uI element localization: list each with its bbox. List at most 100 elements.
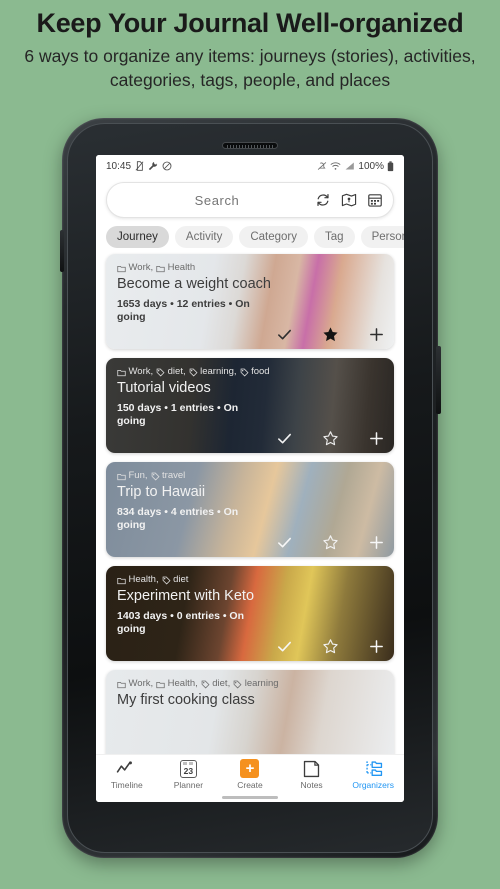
calendar-icon[interactable] — [367, 190, 383, 210]
timeline-icon — [116, 759, 137, 778]
folder-icon — [156, 681, 165, 688]
power-button[interactable] — [436, 346, 441, 414]
tag-icon — [162, 576, 171, 585]
promo-subtitle: 6 ways to organize any items: journeys (… — [24, 46, 476, 90]
card-tag-label: Health, — [128, 575, 159, 585]
tab-tag[interactable]: Tag — [314, 226, 355, 248]
tab-journey[interactable]: Journey — [106, 226, 169, 248]
card-meta: 1403 days • 0 entries • On going — [117, 610, 244, 636]
plus-icon[interactable] — [366, 532, 386, 552]
tag-icon — [156, 368, 165, 377]
map-icon[interactable] — [341, 190, 357, 210]
wrench-icon — [148, 161, 158, 171]
bottom-navigation[interactable]: Timeline 23 Planner + Create Notes Organ… — [96, 754, 404, 802]
planner-day-number: 23 — [183, 765, 194, 776]
check-icon[interactable] — [274, 428, 294, 448]
nav-item-planner[interactable]: 23 Planner — [158, 759, 220, 790]
nav-label-create: Create — [237, 780, 263, 790]
card-tags: Health, diet — [117, 575, 384, 585]
card-actions[interactable] — [274, 428, 386, 448]
card-meta: 1653 days • 12 entries • On going — [117, 298, 250, 324]
search-input[interactable] — [129, 192, 305, 208]
home-indicator[interactable] — [222, 796, 278, 799]
tag-icon — [233, 680, 242, 689]
sync-icon[interactable] — [315, 190, 331, 210]
nav-item-timeline[interactable]: Timeline — [96, 759, 158, 790]
card-title: My first cooking class — [117, 692, 255, 709]
folder-icon — [117, 473, 126, 480]
tab-category[interactable]: Category — [239, 226, 309, 248]
card-actions[interactable] — [274, 324, 386, 344]
nav-label-notes: Notes — [300, 780, 323, 790]
card-title: Experiment with Keto — [117, 588, 255, 605]
card-tags: Work, diet, learning, food — [117, 367, 384, 377]
card-meta: 834 days • 4 entries • On going — [117, 506, 239, 532]
card-tag-label: learning — [244, 679, 279, 689]
note-icon — [303, 759, 320, 778]
card-actions[interactable] — [274, 636, 386, 656]
battery-percent: 100% — [358, 160, 384, 172]
journey-card[interactable]: Work, diet, learning, food Tutorial vide… — [106, 358, 394, 453]
nav-item-organizers[interactable]: Organizers — [342, 759, 404, 790]
nav-item-create[interactable]: + Create — [219, 759, 281, 790]
card-tag-label: Work, — [128, 679, 154, 689]
phone-mockup: 10:45 100% Search Journey Activity Categ… — [60, 118, 441, 858]
folder-icon — [117, 265, 126, 272]
star-icon-outline[interactable] — [320, 532, 340, 552]
card-tag-label: diet, — [212, 679, 231, 689]
promo-title: Keep Your Journal Well-organized — [36, 8, 464, 38]
nav-label-timeline: Timeline — [110, 780, 143, 790]
plus-icon[interactable] — [366, 428, 386, 448]
card-tag-label: food — [251, 367, 270, 377]
promo-header: Keep Your Journal Well-organized 6 ways … — [0, 0, 500, 92]
check-icon[interactable] — [274, 636, 294, 656]
card-tag-label: Health — [167, 263, 196, 273]
no-sim-icon — [135, 161, 144, 171]
folder-icon — [117, 369, 126, 376]
tab-activity[interactable]: Activity — [174, 226, 234, 248]
folder-icon — [117, 681, 126, 688]
card-tag-label: Fun, — [128, 471, 148, 481]
tag-icon — [240, 368, 249, 377]
plus-square-icon: + — [240, 759, 260, 778]
card-actions[interactable] — [274, 532, 386, 552]
nav-item-notes[interactable]: Notes — [281, 759, 343, 790]
status-time: 10:45 — [106, 160, 132, 172]
tab-person[interactable]: Person — [360, 226, 404, 248]
journey-card[interactable]: Work, Health, diet, learning My first co… — [106, 670, 394, 765]
check-icon[interactable] — [274, 324, 294, 344]
calendar-23-icon: 23 — [179, 759, 197, 778]
nav-label-organizers: Organizers — [352, 780, 394, 790]
tag-icon — [189, 368, 198, 377]
journey-list: Work, Health Become a weight coach 1653 … — [96, 254, 404, 765]
mute-bell-icon — [317, 161, 327, 171]
star-icon-outline[interactable] — [320, 636, 340, 656]
card-title: Become a weight coach — [117, 276, 271, 293]
search-bar[interactable] — [106, 182, 394, 218]
plus-icon[interactable] — [366, 324, 386, 344]
card-title: Trip to Hawaii — [117, 484, 206, 501]
card-meta: 150 days • 1 entries • On going — [117, 402, 239, 428]
volume-button[interactable] — [60, 230, 64, 272]
journey-card[interactable]: Health, diet Experiment with Keto 1403 d… — [106, 566, 394, 661]
nav-label-planner: Planner — [173, 780, 204, 790]
star-icon-outline[interactable] — [320, 428, 340, 448]
folder-icon — [117, 577, 126, 584]
status-bar: 10:45 100% — [96, 155, 404, 177]
check-icon[interactable] — [274, 532, 294, 552]
earpiece-speaker-icon — [222, 142, 278, 149]
journey-card[interactable]: Work, Health Become a weight coach 1653 … — [106, 254, 394, 349]
organizer-tabs[interactable]: Journey Activity Category Tag Person — [96, 218, 404, 254]
card-tags: Work, Health — [117, 263, 384, 273]
card-tag-label: Health, — [167, 679, 198, 689]
do-not-disturb-icon — [162, 161, 172, 171]
card-title: Tutorial videos — [117, 380, 211, 397]
battery-icon — [387, 160, 394, 172]
folder-icon — [156, 265, 165, 272]
plus-icon[interactable] — [366, 636, 386, 656]
card-tag-label: travel — [162, 471, 186, 481]
card-tag-label: diet — [173, 575, 189, 585]
card-tag-label: diet, — [167, 367, 186, 377]
journey-card[interactable]: Fun, travel Trip to Hawaii 834 days • 4 … — [106, 462, 394, 557]
star-icon-filled[interactable] — [320, 324, 340, 344]
